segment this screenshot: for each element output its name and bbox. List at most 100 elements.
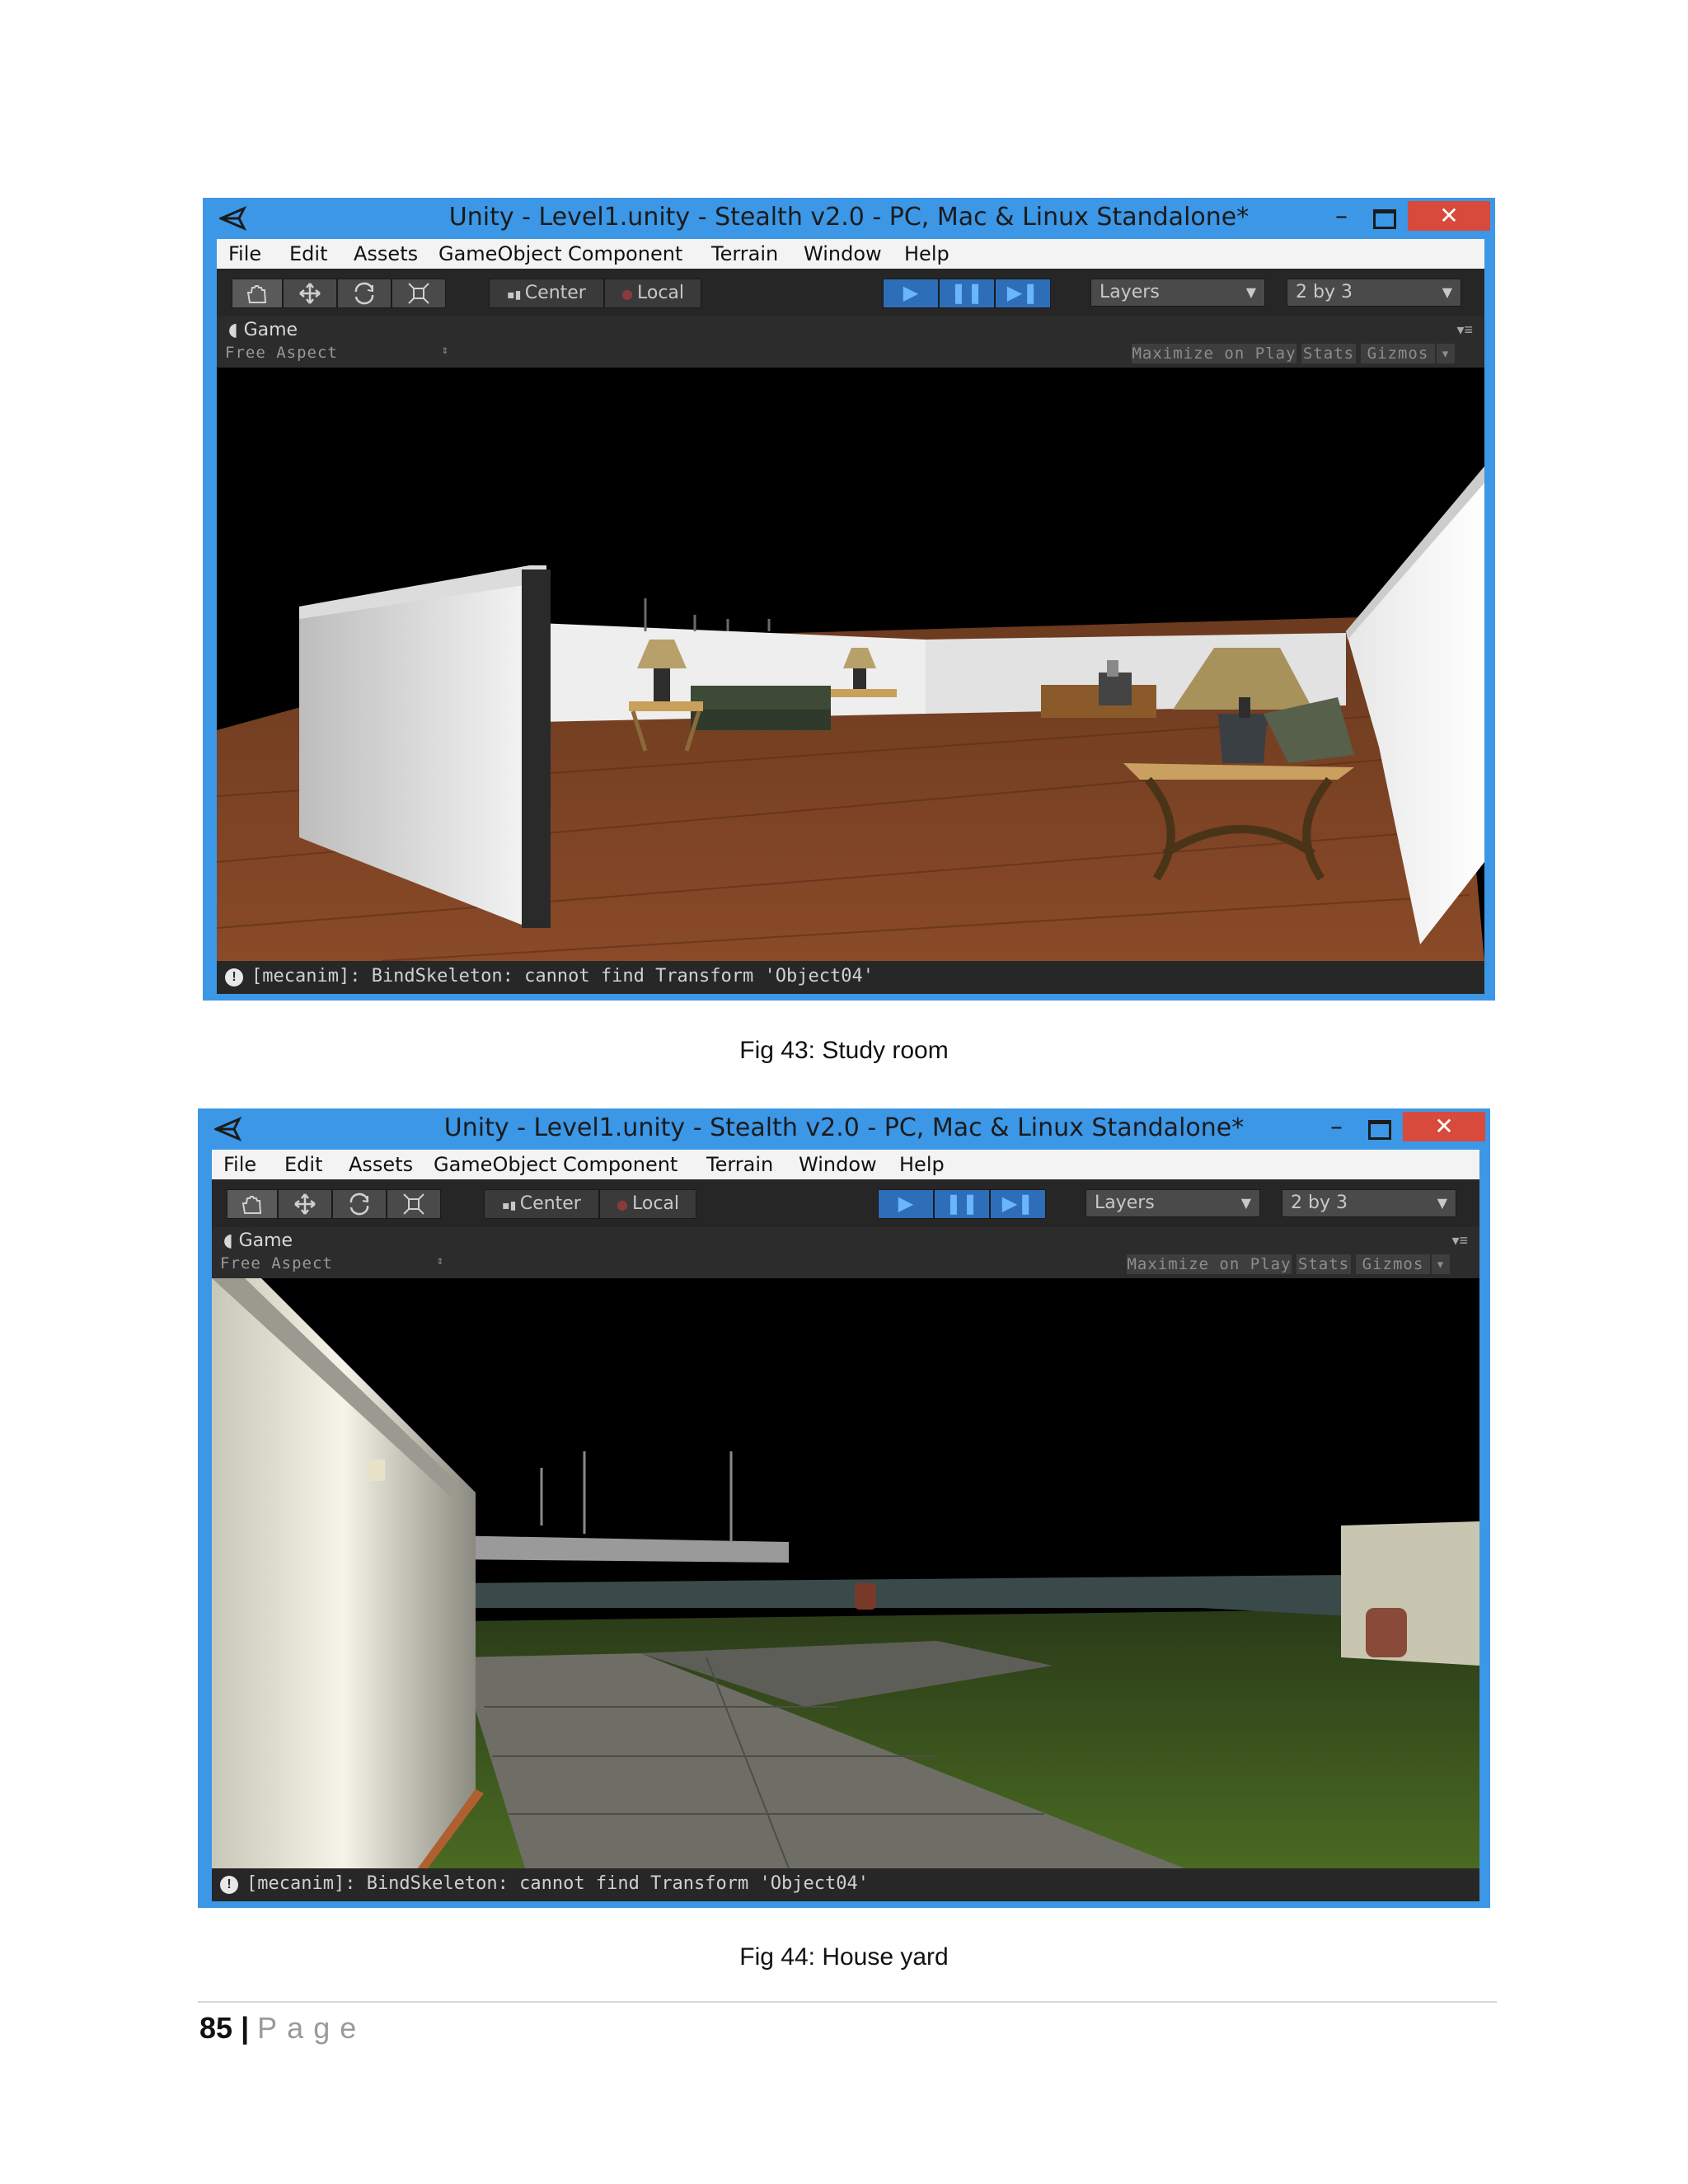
menu-help[interactable]: Help [899,1153,945,1176]
layers-dropdown[interactable]: Layers ▼ [1090,279,1265,307]
game-tab-label: Game [243,320,298,340]
maximize-on-play-toggle[interactable]: Maximize on Play [1127,1254,1292,1274]
page-word: Page [257,2011,367,2045]
maximize-button[interactable] [1368,1120,1391,1140]
unity-window-fig44: Unity - Level1.unity - Stealth v2.0 - PC… [198,1108,1490,1908]
move-icon [294,1193,316,1215]
menu-component[interactable]: Component [563,1153,678,1176]
maximize-button[interactable] [1373,209,1396,229]
rotate-icon [349,1193,369,1216]
pause-icon: ❚❚ [945,1193,979,1215]
layout-dropdown[interactable]: 2 by 3 ▼ [1282,1189,1456,1217]
aspect-dropdown[interactable]: Free Aspect ⇕ [225,344,449,363]
gizmos-chevron-icon[interactable]: ▾ [1432,1254,1450,1274]
warning-icon: ! [220,1876,238,1894]
rotate-tool-button[interactable] [332,1189,387,1219]
menu-file[interactable]: File [228,242,261,265]
menu-gameobject[interactable]: GameObject [434,1153,557,1176]
aspect-label: Free Aspect [220,1254,333,1272]
menu-terrain[interactable]: Terrain [711,242,778,265]
step-button[interactable]: ▶❚ [990,1189,1046,1219]
maximize-on-play-toggle[interactable]: Maximize on Play [1132,344,1296,363]
menu-terrain[interactable]: Terrain [706,1153,773,1176]
editor-toolbar: ▪▮ Center ● Local ▶ ❚❚ ▶❚ Layers ▼ 2 by 3… [217,269,1484,316]
wall-lamp [368,1460,385,1481]
console-status-bar[interactable]: ! [mecanim]: BindSkeleton: cannot find T… [212,1868,1479,1901]
pivot-local-button[interactable]: ● Local [604,279,701,308]
console-status-bar[interactable]: ! [mecanim]: BindSkeleton: cannot find T… [217,961,1484,994]
play-button[interactable]: ▶ [878,1189,934,1219]
chevron-down-icon: ▼ [1240,1195,1251,1211]
menu-edit[interactable]: Edit [284,1153,322,1176]
minimize-button[interactable]: – [1330,1115,1350,1140]
layers-label: Layers [1100,282,1160,302]
menu-window[interactable]: Window [804,242,882,265]
game-viewport[interactable] [217,368,1484,961]
menu-window[interactable]: Window [799,1153,877,1176]
pause-button[interactable]: ❚❚ [939,279,995,308]
game-viewport[interactable] [212,1278,1479,1868]
house-yard-scene [212,1278,1479,1868]
layers-dropdown[interactable]: Layers ▼ [1085,1189,1260,1217]
unity-window-fig43: Unity - Level1.unity - Stealth v2.0 - PC… [203,198,1495,1001]
menu-gameobject[interactable]: GameObject [438,242,562,265]
play-icon: ▶ [898,1193,914,1215]
scale-tool-button[interactable] [387,1189,441,1219]
close-button[interactable]: ✕ [1403,1112,1485,1141]
menu-edit[interactable]: Edit [289,242,327,265]
minimize-button[interactable]: – [1335,204,1355,229]
menu-component[interactable]: Component [568,242,682,265]
close-button[interactable]: ✕ [1408,201,1490,231]
tab-game[interactable]: ◖ Game [223,1230,293,1251]
local-icon: ● [616,1197,632,1212]
chevron-down-icon: ▼ [1245,284,1256,300]
pivot-center-button[interactable]: ▪▮ Center [489,279,604,308]
console-message: [mecanim]: BindSkeleton: cannot find Tra… [246,1873,869,1894]
scale-icon [403,1193,424,1215]
step-button[interactable]: ▶❚ [995,279,1051,308]
menu-assets[interactable]: Assets [354,242,418,265]
corner-building [1341,1521,1479,1666]
local-icon: ● [621,286,637,302]
move-icon [299,283,321,304]
move-tool-button[interactable] [283,279,337,308]
game-panel-header: ◖ Game ▾≡ Free Aspect ⇕ Maximize on Play … [212,1227,1479,1278]
panel-menu-icon[interactable]: ▾≡ [1456,321,1473,339]
gizmos-toggle[interactable]: Gizmos [1356,1254,1430,1274]
rotate-tool-button[interactable] [337,279,392,308]
menu-bar: File Edit Assets GameObject Component Te… [217,239,1484,269]
aspect-label: Free Aspect [225,344,338,362]
hand-tool-button[interactable] [227,1189,278,1219]
gizmos-toggle[interactable]: Gizmos [1361,344,1435,363]
window-titlebar: Unity - Level1.unity - Stealth v2.0 - PC… [203,198,1495,239]
pivot-local-label: Local [637,283,685,303]
menu-help[interactable]: Help [904,242,950,265]
scale-tool-button[interactable] [392,279,446,308]
barrel-left [855,1583,876,1610]
menu-file[interactable]: File [223,1153,256,1176]
study-room-scene [217,368,1484,961]
layers-label: Layers [1095,1193,1155,1213]
tab-game[interactable]: ◖ Game [228,320,298,340]
gizmos-chevron-icon[interactable]: ▾ [1437,344,1455,363]
stats-toggle[interactable]: Stats [1296,1254,1351,1274]
console-message: [mecanim]: BindSkeleton: cannot find Tra… [251,966,874,987]
menu-assets[interactable]: Assets [349,1153,413,1176]
warning-icon: ! [225,968,243,987]
hand-tool-button[interactable] [232,279,283,308]
barrel-right [1366,1608,1407,1657]
pivot-local-button[interactable]: ● Local [599,1189,696,1219]
play-icon: ▶ [903,282,919,304]
stats-toggle[interactable]: Stats [1301,344,1356,363]
aspect-dropdown[interactable]: Free Aspect ⇕ [220,1254,444,1274]
pause-button[interactable]: ❚❚ [934,1189,990,1219]
chevron-down-icon: ▼ [1437,1195,1447,1211]
layout-dropdown[interactable]: 2 by 3 ▼ [1287,279,1461,307]
figure-caption: Fig 43: Study room [739,1037,949,1064]
panel-menu-icon[interactable]: ▾≡ [1451,1232,1468,1249]
play-button[interactable]: ▶ [883,279,939,308]
footer-divider [198,2001,1497,2003]
pivot-center-button[interactable]: ▪▮ Center [484,1189,599,1219]
move-tool-button[interactable] [278,1189,332,1219]
pivot-local-label: Local [632,1193,680,1214]
